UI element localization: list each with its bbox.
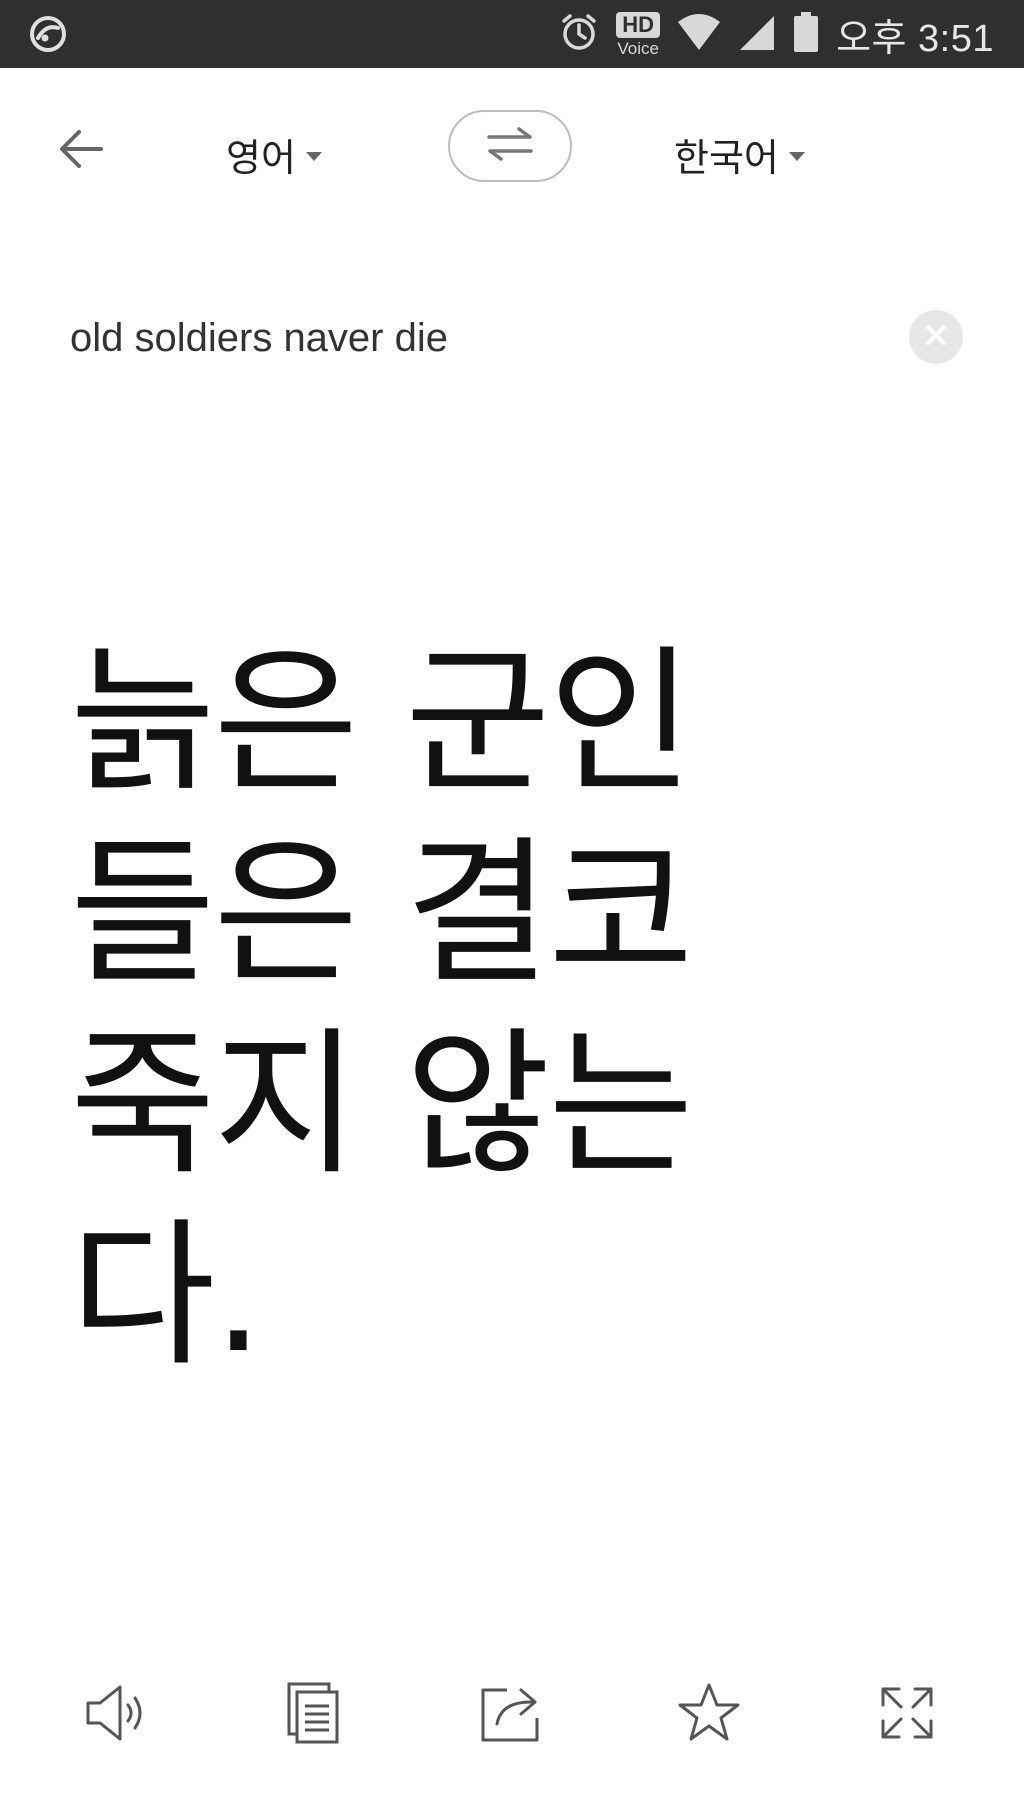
source-language-select[interactable]: 영어 [226,124,322,184]
hd-label: HD [616,11,661,38]
target-language-select[interactable]: 한국어 [674,124,805,184]
cell-signal-icon [738,12,776,56]
back-button[interactable] [48,122,114,180]
share-icon [479,1682,543,1748]
expand-icon [877,1683,937,1747]
speak-button[interactable] [78,1676,156,1754]
status-bar: HD Voice 오후 3:51 [0,0,1024,68]
speaker-icon [84,1683,150,1747]
alarm-icon [558,11,600,57]
voice-label: Voice [617,38,659,58]
dropdown-caret-icon [305,151,322,161]
copy-button[interactable] [274,1676,352,1754]
app-notification-icon [28,14,68,54]
status-icons: HD Voice 오후 3:51 [558,0,994,68]
language-header: 영어 한국어 [0,68,1024,228]
clear-button[interactable] [909,310,963,364]
battery-icon [792,11,820,57]
hd-voice-icon: HD Voice [616,11,661,58]
fullscreen-button[interactable] [868,1676,946,1754]
star-icon [676,1681,742,1749]
source-text-input[interactable]: old soldiers naver die [70,310,890,366]
clear-icon [923,322,949,352]
favorite-button[interactable] [670,1676,748,1754]
result-toolbar [0,1660,1024,1770]
share-button[interactable] [472,1676,550,1754]
copy-icon [283,1680,343,1750]
source-language-label: 영어 [226,135,296,180]
translator-screen: HD Voice 오후 3:51 영어 한국어 old soldiers nav… [0,0,1024,1820]
wifi-icon [676,12,722,56]
swap-languages-button[interactable] [448,110,572,182]
translation-result: 늙은 군인들은 결코 죽지 않는다. [70,631,694,1388]
target-language-label: 한국어 [674,135,779,180]
status-time: 오후 3:51 [836,17,994,60]
swap-languages-icon [485,126,535,166]
back-arrow-icon [57,128,105,174]
dropdown-caret-icon [788,151,805,161]
